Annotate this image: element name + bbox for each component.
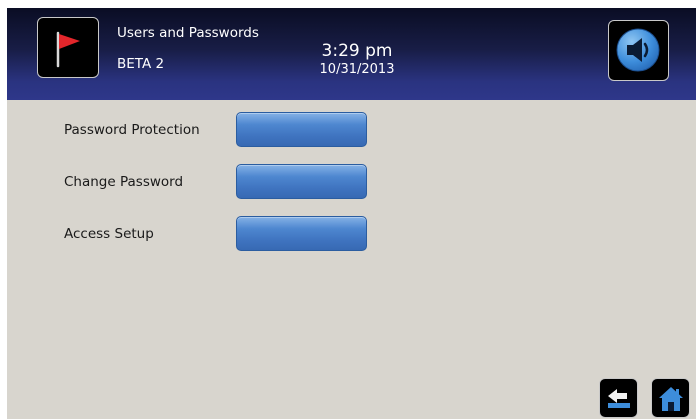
password-protection-label: Password Protection [64, 122, 200, 138]
screen-title: Users and Passwords [117, 25, 259, 41]
device-screen: Users and Passwords BETA 2 3:29 pm 10/31… [7, 8, 696, 419]
screen-subtitle: BETA 2 [117, 56, 165, 72]
sound-button[interactable] [608, 20, 669, 81]
red-flag-icon [56, 31, 80, 68]
clock-date: 10/31/2013 [319, 62, 395, 77]
password-protection-button[interactable] [236, 112, 367, 147]
access-setup-label: Access Setup [64, 226, 154, 242]
change-password-button[interactable] [236, 164, 367, 199]
home-button[interactable] [651, 378, 690, 418]
back-arrow-icon [608, 389, 630, 408]
access-setup-button[interactable] [236, 216, 367, 251]
header-bar: Users and Passwords BETA 2 3:29 pm 10/31… [7, 8, 696, 100]
change-password-label: Change Password [64, 174, 184, 190]
flag-button[interactable] [37, 17, 99, 78]
home-icon [659, 387, 683, 411]
back-button[interactable] [599, 378, 638, 418]
clock-time: 3:29 pm [321, 41, 393, 61]
speaker-icon [616, 28, 660, 72]
